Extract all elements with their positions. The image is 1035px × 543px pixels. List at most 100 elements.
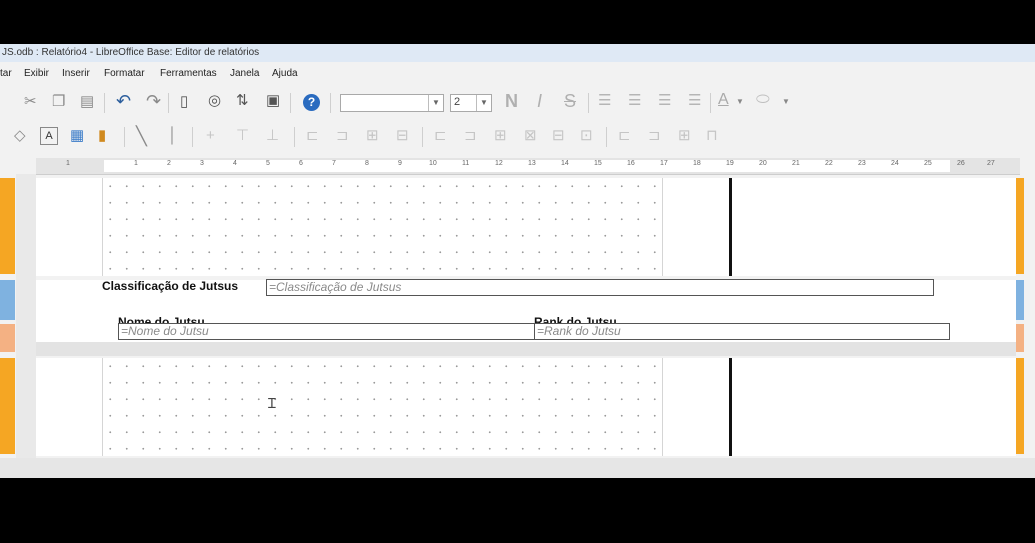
section-icon[interactable]: ⊏	[618, 127, 631, 145]
ruler-number: 9	[398, 160, 402, 167]
group-label[interactable]: Classificação de Jutsus	[102, 279, 238, 293]
ruler-number: 19	[726, 160, 734, 167]
menu-formatar[interactable]: Formatar	[104, 68, 145, 79]
font-color-icon[interactable]: A	[718, 91, 729, 109]
background-color-icon[interactable]: ⬭	[756, 91, 770, 109]
grow-icon[interactable]: ⊡	[580, 127, 593, 145]
redo-icon[interactable]: ↷	[146, 92, 161, 110]
ungroup-icon[interactable]: ⊞	[678, 127, 691, 145]
italic-icon[interactable]: I	[537, 92, 542, 110]
menu-ferramentas[interactable]: Ferramentas	[160, 68, 217, 79]
text-box-icon[interactable]: A	[40, 127, 58, 145]
bold-icon[interactable]: N	[505, 92, 518, 110]
page-width-marker	[729, 178, 732, 276]
page-width-marker	[729, 358, 732, 456]
page-header-section[interactable]	[36, 178, 1016, 276]
group-header-section-tab[interactable]	[0, 280, 15, 320]
shrink-icon[interactable]: ⊟	[552, 127, 565, 145]
section-splitter[interactable]	[36, 342, 1016, 356]
align-right-icon[interactable]: ☰	[658, 92, 671, 110]
chevron-down-icon[interactable]: ▼	[782, 93, 790, 111]
align-top-object-icon[interactable]: ⊟	[396, 127, 409, 145]
align-left-icon[interactable]: ☰	[598, 92, 611, 110]
ruler-number: 27	[987, 160, 995, 167]
align-justify-icon[interactable]: ☰	[688, 92, 701, 110]
col1-label[interactable]: Nome do Jutsu	[118, 315, 205, 323]
align-center-object-icon[interactable]: ⊐	[336, 127, 349, 145]
margin-line	[102, 178, 103, 276]
group-header-section[interactable]: Classificação de Jutsus =Classificação d…	[36, 279, 1016, 320]
ruler-number: 3	[200, 160, 204, 167]
ruler-number: 18	[693, 160, 701, 167]
font-size-combo[interactable]: 2 ▼	[450, 94, 492, 112]
align-left-object-icon[interactable]: ⊏	[306, 127, 319, 145]
detail-right-bar	[1016, 324, 1024, 352]
copy-icon[interactable]: ❐	[52, 93, 65, 111]
group-field[interactable]: =Classificação de Jutsus	[266, 279, 934, 296]
properties-icon[interactable]: ⊓	[706, 127, 718, 145]
ruler-number: 20	[759, 160, 767, 167]
ruler-number: 22	[825, 160, 833, 167]
chevron-down-icon[interactable]: ▼	[428, 95, 443, 111]
chevron-down-icon[interactable]: ▼	[476, 95, 491, 111]
menu-exibir[interactable]: Exibir	[24, 68, 49, 79]
horizontal-line-icon[interactable]: +	[206, 127, 215, 145]
menu-ajuda[interactable]: Ajuda	[272, 68, 298, 79]
menu-inserir[interactable]: Inserir	[62, 68, 90, 79]
label-icon[interactable]: ◇	[14, 127, 26, 145]
menu-janela[interactable]: Janela	[230, 68, 259, 79]
dimension-icon[interactable]: ⊥	[266, 127, 279, 145]
vertical-ruler	[16, 174, 36, 458]
ruler-number: 17	[660, 160, 668, 167]
margin-line	[102, 358, 103, 456]
page-footer-right-bar	[1016, 358, 1024, 454]
col2-field[interactable]: =Rank do Jutsu	[534, 323, 950, 340]
align-right-object-icon[interactable]: ⊞	[366, 127, 379, 145]
vertical-line-icon[interactable]: │	[168, 127, 177, 145]
distribute-icon[interactable]: ⊠	[524, 127, 537, 145]
undo-icon[interactable]: ↶	[116, 92, 131, 110]
help-icon[interactable]: ?	[303, 94, 320, 111]
grid	[102, 358, 662, 456]
same-height-icon[interactable]: ⊐	[464, 127, 477, 145]
margin-line	[662, 358, 663, 456]
text-cursor-icon: Ɪ	[268, 395, 276, 411]
image-icon[interactable]: ▦	[70, 127, 84, 145]
sort-icon[interactable]: ⇅	[236, 92, 249, 110]
menu-editar[interactable]: tar	[0, 68, 12, 79]
navigator-icon[interactable]: ◎	[208, 92, 221, 110]
document-icon[interactable]: ▯	[180, 93, 188, 111]
shapes-icon[interactable]: ⊤	[236, 127, 249, 145]
cut-icon[interactable]: ✂	[24, 93, 37, 111]
page-footer-section[interactable]: Ɪ	[36, 358, 1016, 456]
font-name-combo[interactable]: ▼	[340, 94, 444, 112]
detail-section-tab[interactable]	[0, 324, 15, 352]
horizontal-ruler[interactable]: 1 1 2 3 4 5 6 7 8 9 10 11 12 13 14 15 16…	[36, 158, 1020, 175]
horizontal-scrollbar[interactable]	[0, 458, 1035, 478]
ruler-number: 10	[429, 160, 437, 167]
report-navigator-icon[interactable]: ▣	[266, 92, 280, 110]
ruler-number: 8	[365, 160, 369, 167]
fit-icon[interactable]: ⊞	[494, 127, 507, 145]
libreoffice-report-editor-window: JS.odb : Relatório4 - LibreOffice Base: …	[0, 44, 1035, 478]
group-icon[interactable]: ⊐	[648, 127, 661, 145]
diagonal-line-icon[interactable]: ╲	[136, 127, 147, 145]
paste-icon[interactable]: ▤	[80, 93, 94, 111]
strikethrough-icon[interactable]: S	[564, 92, 576, 110]
page-footer-section-tab[interactable]	[0, 358, 15, 454]
align-center-icon[interactable]: ☰	[628, 92, 641, 110]
standard-toolbar: ▏ ✂ ❐ ▤ ↶ ↷ ▯ ◎ ⇅ ▣ ? ▼ 2 ▼ N I S ☰ ☰ ☰ …	[0, 86, 1035, 118]
detail-section[interactable]: Nome do Jutsu Rank do Jutsu =Nome do Jut…	[36, 315, 1016, 342]
page-header-section-tab[interactable]	[0, 178, 15, 274]
page-header-right-bar	[1016, 178, 1024, 274]
grid	[102, 178, 662, 276]
chevron-down-icon[interactable]: ▼	[736, 93, 744, 111]
col2-label[interactable]: Rank do Jutsu	[534, 315, 617, 323]
ruler-number: 1	[134, 160, 138, 167]
col1-field[interactable]: =Nome do Jutsu	[118, 323, 535, 340]
window-title: JS.odb : Relatório4 - LibreOffice Base: …	[2, 47, 260, 58]
report-controls-toolbar: ◇ A ▦ ▮ ╲ │ + ⊤ ⊥ ⊏ ⊐ ⊞ ⊟ ⊏ ⊐ ⊞ ⊠ ⊟ ⊡ ⊏ …	[0, 122, 1035, 152]
chart-icon[interactable]: ▮	[98, 127, 106, 145]
ruler-number: 15	[594, 160, 602, 167]
same-width-icon[interactable]: ⊏	[434, 127, 447, 145]
